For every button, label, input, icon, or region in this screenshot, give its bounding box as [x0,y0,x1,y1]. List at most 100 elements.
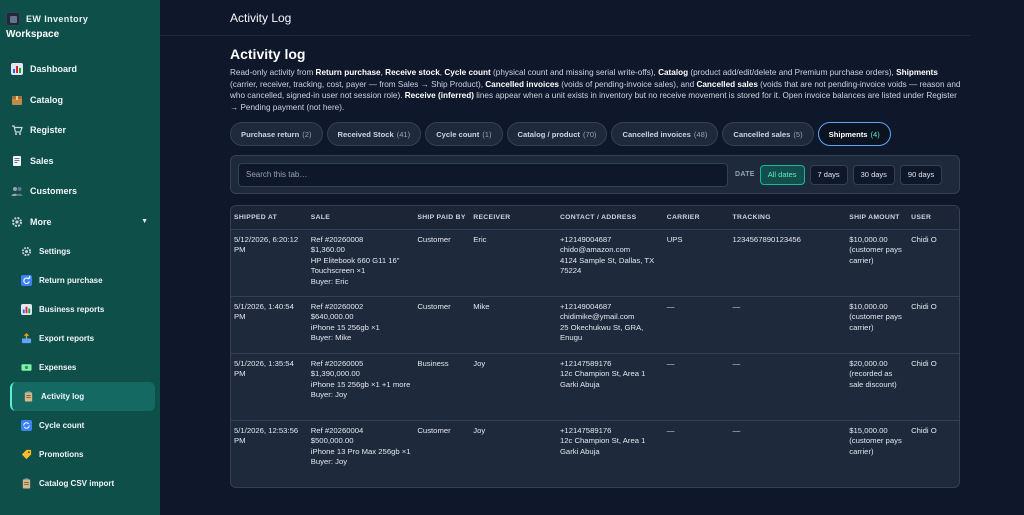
sidebar-item-label: Customers [30,186,78,197]
tab-cancelled-sales[interactable]: Cancelled sales (5) [722,122,814,146]
brand: EW Inventory Workspace [0,0,160,40]
cart-icon [11,124,23,136]
sidebar-item-label: Settings [39,247,71,256]
cell-tracking: 1234567890123456 [729,229,847,297]
cell-amount: $10,000.00 (customer pays carrier) [846,229,909,297]
column-header[interactable]: SALE [307,206,415,230]
users-icon [11,185,23,197]
page-description: Read-only activity from Return purchase,… [230,68,961,112]
table-row: 5/1/2026, 12:53:56 PM Ref #20260004 $500… [231,420,959,487]
sidebar-item-label: Return purchase [39,276,103,285]
return-icon [20,275,32,287]
search-input[interactable] [238,162,728,187]
clipboard-icon [20,478,32,490]
column-header[interactable]: SHIP PAID BY [414,206,471,230]
sidebar-item-label: Export reports [39,334,95,343]
column-header[interactable]: SHIP AMOUNT [846,206,909,230]
tab-bar: Purchase return (2) Received Stock (41) … [230,122,960,146]
column-header[interactable]: RECEIVER [470,206,557,230]
cell-tracking: — [729,353,847,421]
brand-name: EW Inventory [26,14,89,24]
cell-receiver: Eric [470,229,557,297]
sidebar-item-export-reports[interactable]: Export reports [10,324,160,353]
cell-paid-by: Business [414,353,471,421]
tab-cancelled-invoices[interactable]: Cancelled invoices (48) [611,122,719,146]
brand-row: EW Inventory [6,12,154,26]
cell-carrier: UPS [663,229,730,297]
cell-sale: Ref #20260008 $1,360.00 HP Elitebook 660… [307,229,415,297]
sidebar-item-activity-log[interactable]: Activity log [10,382,155,411]
header-title: Activity Log [230,10,292,25]
date-filter-90-days[interactable]: 90 days [899,164,943,185]
sidebar-item-sales[interactable]: Sales [0,146,160,177]
gear-icon [11,216,23,228]
cell-carrier: — [663,296,730,354]
cycle-icon [20,420,32,432]
sidebar-item-label: Register [30,125,67,136]
sidebar-item-business-reports[interactable]: Business reports [10,295,160,324]
sidebar-item-register[interactable]: Register [0,115,160,146]
sidebar-item-cycle-count[interactable]: Cycle count [10,411,160,440]
cell-paid-by: Customer [417,425,451,435]
cell-sale: Ref #20260005 $1,390,000.00 iPhone 15 25… [307,353,415,421]
app-root: EW Inventory Workspace Dashboard Catalog… [0,0,1024,515]
cell-shipped-at: 5/12/2026, 6:20:12 PM [231,229,308,297]
cell-contact: +12147589176 12c Champion St, Area 1 Gar… [556,353,664,421]
tab-purchase-return[interactable]: Purchase return (2) [230,122,323,146]
sidebar-nav: Dashboard Catalog Register Sales Custome… [0,54,160,498]
outbox-icon [20,333,32,345]
more-submenu: Settings Return purchase Business report… [0,237,160,498]
tab-received-stock[interactable]: Received Stock (41) [326,122,422,146]
cell-tracking: — [732,425,741,435]
column-header[interactable]: SHIPPED AT [231,206,308,230]
table-row: 5/12/2026, 6:20:12 PM Ref #20260008 $1,3… [231,229,959,297]
chart-icon [20,304,32,316]
sidebar-item-dashboard[interactable]: Dashboard [0,54,160,85]
sidebar-item-customers[interactable]: Customers [0,176,160,207]
column-header[interactable]: CARRIER [663,206,730,230]
sidebar-item-more[interactable]: More ▼ [0,207,160,238]
column-header[interactable]: TRACKING [729,206,847,230]
cell-receiver: Joy [470,353,557,421]
cell-amount: $10,000.00 (customer pays carrier) [846,296,909,354]
sidebar-item-label: Dashboard [30,64,78,75]
sidebar-item-expenses[interactable]: Expenses [10,353,160,382]
filter-bar: DATE All dates 7 days 30 days 90 days [230,155,960,194]
sidebar-item-return-purchase[interactable]: Return purchase [10,266,160,295]
cell-contact: +12149004687 chidimike@ymail.com 25 Okec… [556,296,664,354]
sidebar-item-label: Expenses [39,363,77,372]
cell-contact: +12147589176 12c Champion St, Area 1 Gar… [559,425,646,456]
sidebar-item-label: Business reports [39,305,105,314]
date-filter-7-days[interactable]: 7 days [809,164,848,185]
cell-receiver: Mike [470,296,557,354]
tab-shipments[interactable]: Shipments (4) [817,122,891,146]
table-row: 5/1/2026, 1:40:54 PM Ref #20260002 $640,… [231,296,959,354]
sidebar-item-label: Sales [30,155,54,166]
cell-carrier: — [666,425,675,435]
cell-shipped-at: 5/1/2026, 1:40:54 PM [231,296,308,354]
sidebar: EW Inventory Workspace Dashboard Catalog… [0,0,160,515]
cell-user: Chidi O [908,353,959,421]
logo-icon [6,12,20,26]
money-icon [20,362,32,374]
receipt-icon [11,155,23,167]
page-title: Activity log [230,46,306,62]
gear-icon [20,246,32,258]
cell-carrier: — [663,353,730,421]
cell-paid-by: Customer [414,296,471,354]
cell-user: Chidi O [908,296,959,354]
date-filter-30-days[interactable]: 30 days [852,164,895,185]
cell-shipped-at: 5/1/2026, 1:35:54 PM [231,353,308,421]
tab-catalog-product[interactable]: Catalog / product (70) [506,122,608,146]
tab-cycle-count[interactable]: Cycle count (1) [425,122,503,146]
sidebar-item-label: Cycle count [39,421,85,430]
cell-contact: +12149004687 chido@amazon.com 4124 Sampl… [556,229,664,297]
sidebar-item-settings[interactable]: Settings [10,237,160,266]
column-header[interactable]: USER [908,206,959,230]
table-header-row: SHIPPED AT SALE SHIP PAID BY RECEIVER CO… [231,206,959,230]
sidebar-item-promotions[interactable]: Promotions [10,440,160,469]
date-filter-all[interactable]: All dates [759,164,805,185]
column-header[interactable]: CONTACT / ADDRESS [556,206,664,230]
sidebar-item-catalog-csv-import[interactable]: Catalog CSV import [10,469,160,498]
sidebar-item-catalog[interactable]: Catalog [0,85,160,116]
